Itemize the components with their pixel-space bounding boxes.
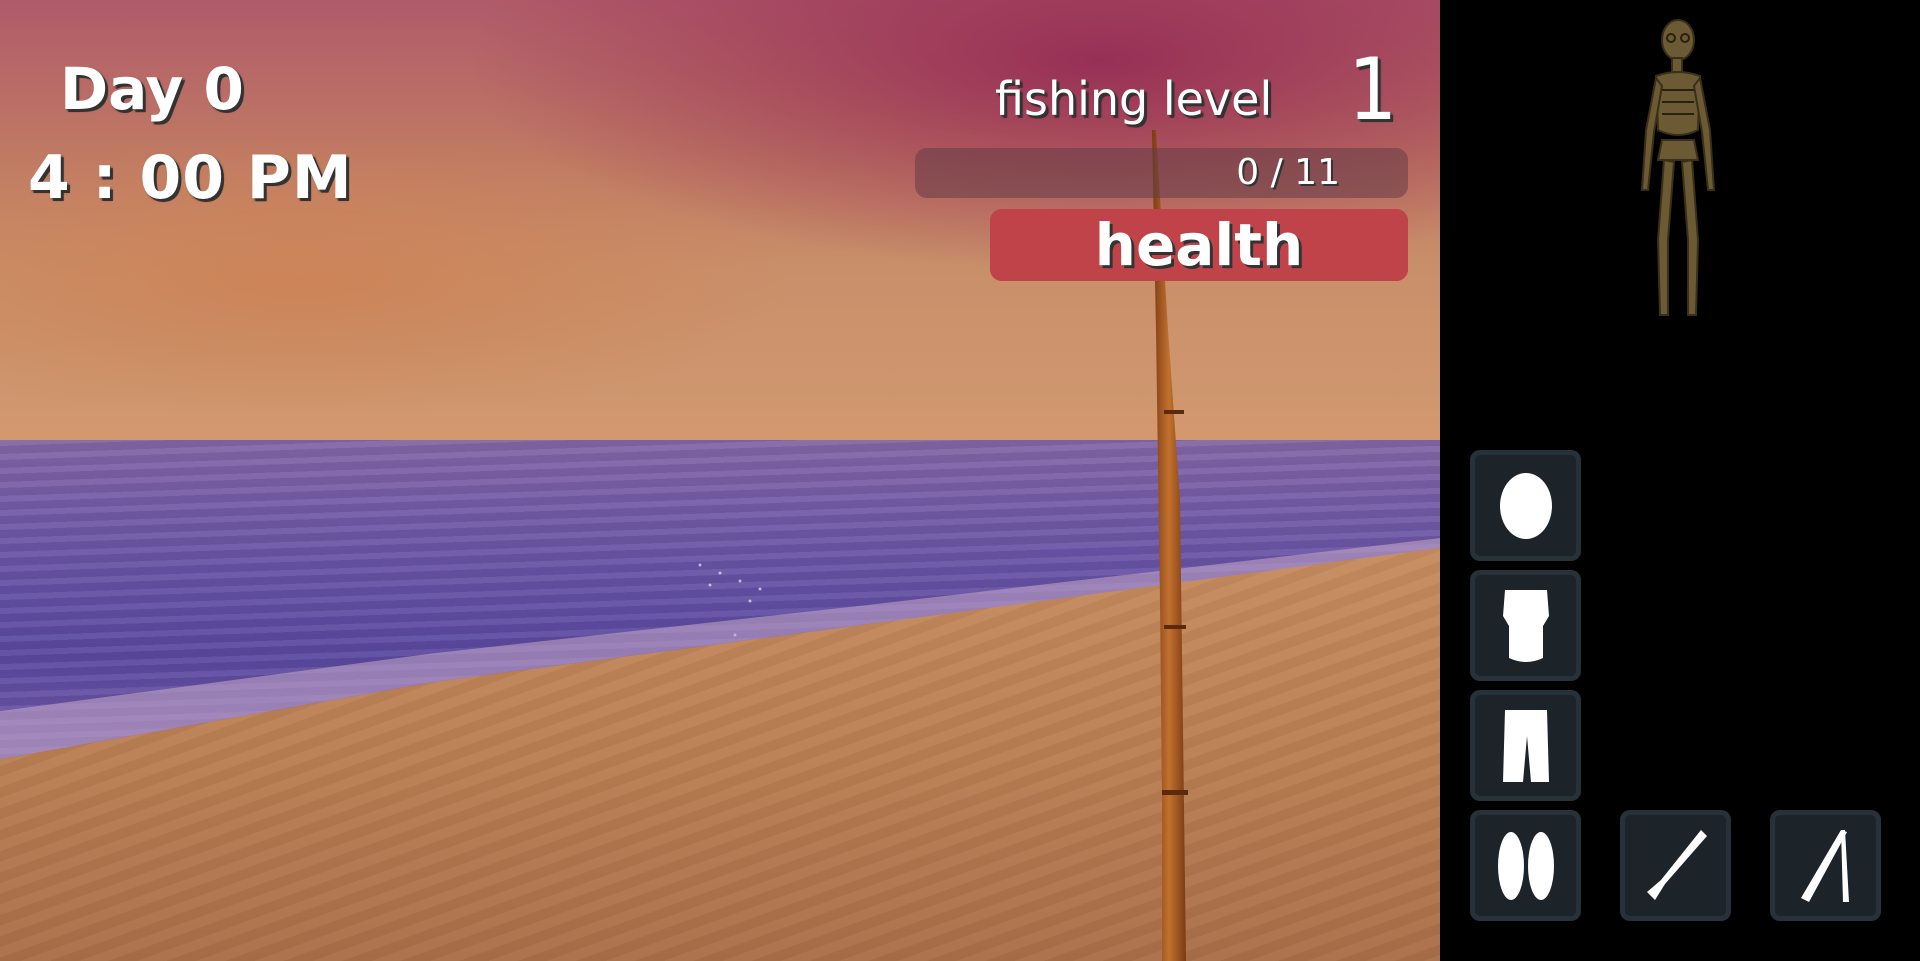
horizon-glow — [0, 395, 1440, 445]
game-viewport[interactable]: Day 0 4 : 00 PM fishing level 1 0 / 11 h… — [0, 0, 1440, 961]
knife-slot-icon — [1646, 829, 1707, 900]
skeleton-character-icon — [1640, 19, 1716, 316]
fishing-xp-bar: 0 / 11 — [915, 148, 1408, 198]
legs-slot-icon — [1502, 709, 1549, 782]
torso-slot[interactable] — [1470, 570, 1581, 681]
feet-slot-icon — [1497, 831, 1554, 900]
fishing-rod-slot[interactable] — [1770, 810, 1881, 921]
fishing-rod — [1152, 130, 1188, 961]
fishing-level-label: fishing level — [995, 72, 1273, 126]
health-bar: health — [990, 209, 1408, 281]
clock: 4 : 00 PM — [28, 143, 353, 213]
head-slot-icon — [1499, 472, 1552, 539]
health-label: health — [1094, 211, 1304, 279]
fishing-level-value: 1 — [1348, 40, 1398, 140]
fishing-rod-slot-icon — [1800, 829, 1849, 902]
fishing-xp-text: 0 / 11 — [1236, 152, 1340, 193]
feet-slot[interactable] — [1470, 810, 1581, 921]
torso-slot-icon — [1502, 589, 1549, 662]
day-counter: Day 0 — [60, 55, 244, 123]
head-slot[interactable] — [1470, 450, 1581, 561]
knife-slot[interactable] — [1620, 810, 1731, 921]
legs-slot[interactable] — [1470, 690, 1581, 801]
